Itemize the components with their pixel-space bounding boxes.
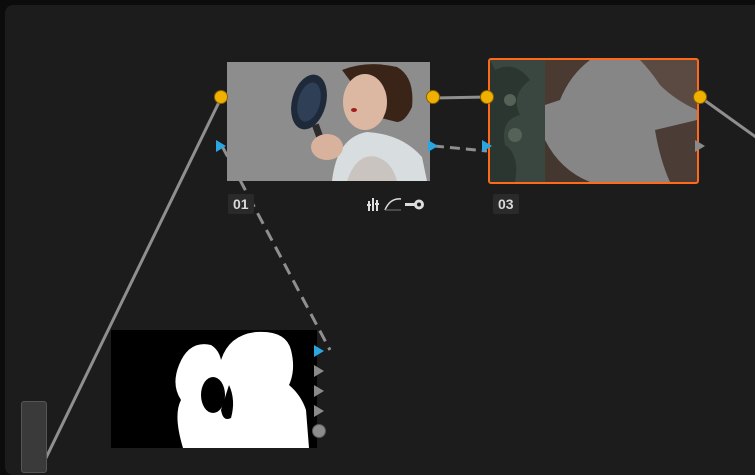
node-01-rgb-input[interactable] — [214, 90, 228, 104]
node-01-tools — [367, 196, 425, 212]
node-01-rgb-output[interactable] — [426, 90, 440, 104]
matte-node-thumbnail[interactable] — [111, 330, 317, 448]
node-01-key-input[interactable] — [216, 140, 226, 152]
matte-key-output-1[interactable] — [314, 345, 324, 357]
node-03-thumbnail[interactable] — [488, 58, 699, 184]
curve-icon — [384, 198, 402, 211]
source-input-handle[interactable] — [21, 401, 47, 473]
node-03-key-input[interactable] — [482, 140, 492, 152]
matte-key-output-4[interactable] — [314, 405, 324, 417]
node-03-label: 03 — [493, 194, 519, 214]
matte-silhouette-image — [111, 330, 317, 448]
node-01-thumbnail[interactable] — [227, 62, 430, 181]
node-01-key-output[interactable] — [428, 140, 438, 152]
key-icon — [405, 199, 424, 210]
carved-panel-image — [490, 60, 697, 182]
node-03-rgb-output[interactable] — [693, 90, 707, 104]
matte-key-output-3[interactable] — [314, 385, 324, 397]
matte-node-output-dot[interactable] — [312, 424, 326, 438]
node-01-label: 01 — [228, 194, 254, 214]
matte-key-output-2[interactable] — [314, 365, 324, 377]
node-03-key-output[interactable] — [695, 140, 705, 152]
woman-with-mirror-image — [227, 62, 430, 181]
bars-icon — [367, 198, 379, 211]
node-03-rgb-input[interactable] — [480, 90, 494, 104]
